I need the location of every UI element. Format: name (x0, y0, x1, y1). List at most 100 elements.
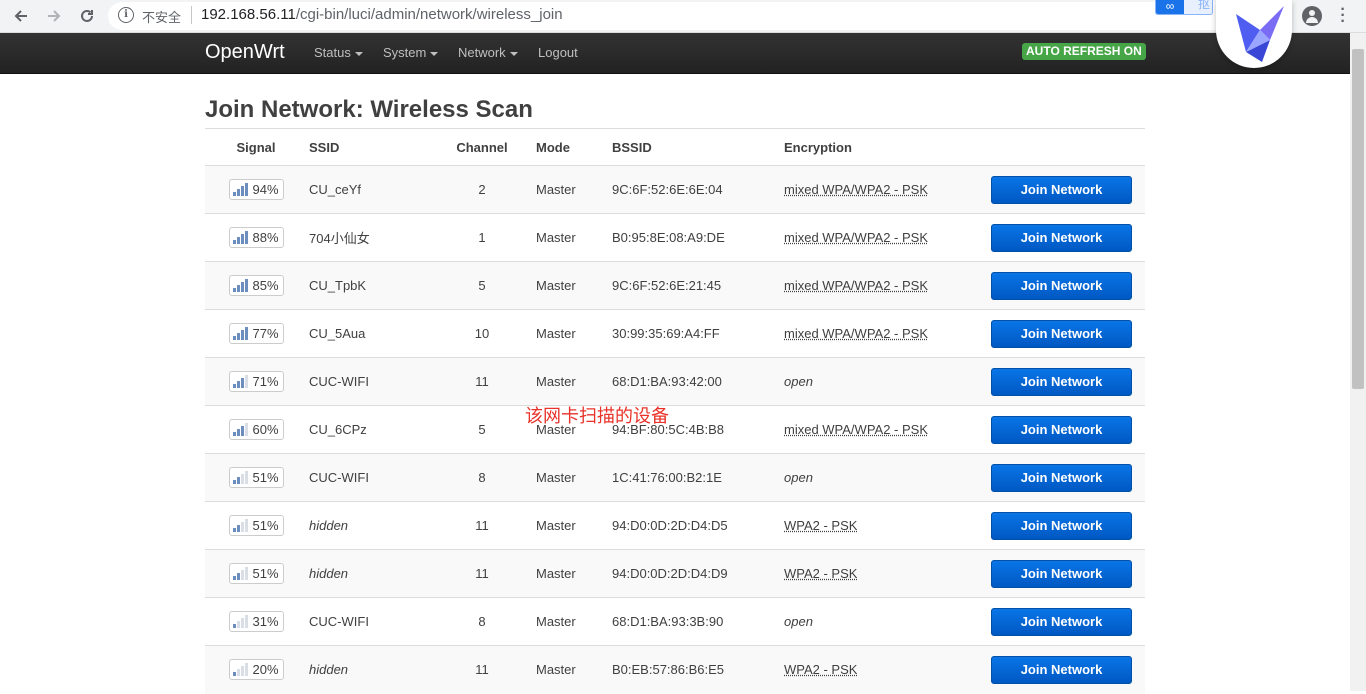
extension-button[interactable]: ∞ 抠搜 (1155, 0, 1213, 15)
signal-badge: 31% (229, 611, 284, 632)
channel-cell: 11 (439, 646, 525, 694)
menu-network[interactable]: Network (458, 45, 518, 60)
encryption-label: mixed WPA/WPA2 - PSK (784, 182, 928, 197)
menu-system[interactable]: System (383, 45, 438, 60)
signal-strength-icon (233, 183, 248, 196)
join-network-button[interactable]: Join Network (991, 464, 1132, 492)
ssid-cell: 704小仙女 (307, 214, 439, 262)
join-network-button[interactable]: Join Network (991, 272, 1132, 300)
signal-percent: 51% (252, 470, 278, 485)
signal-cell: 51% (205, 550, 307, 598)
table-row: 51% hidden 11 Master 94:D0:0D:2D:D4:D9 WPA2 -… (205, 550, 1145, 598)
menu-status[interactable]: Status (314, 45, 363, 60)
signal-badge: 51% (229, 515, 284, 536)
signal-bar (241, 330, 244, 340)
mode-cell: Master (525, 358, 601, 406)
signal-bar (245, 567, 248, 580)
signal-bar (237, 285, 240, 292)
signal-bar (237, 573, 240, 580)
extension-label: 抠搜 (1198, 0, 1212, 15)
info-icon[interactable]: i (118, 7, 134, 23)
page-scrollbar[interactable] (1350, 33, 1366, 691)
chevron-down-icon (510, 52, 518, 56)
join-network-button[interactable]: Join Network (991, 320, 1132, 348)
channel-cell: 1 (439, 214, 525, 262)
ssid-cell: CUC-WIFI (307, 454, 439, 502)
more-menu-icon[interactable]: · · · (1338, 7, 1348, 25)
mode-cell: Master (525, 502, 601, 550)
signal-cell: 20% (205, 646, 307, 694)
table-row: 51% hidden 11 Master 94:D0:0D:2D:D4:D5 WPA2 -… (205, 502, 1145, 550)
join-network-button[interactable]: Join Network (991, 656, 1132, 684)
security-label[interactable]: 不安全 (142, 7, 181, 26)
signal-cell: 94% (205, 166, 307, 214)
signal-cell: 85% (205, 262, 307, 310)
signal-percent: 60% (252, 422, 278, 437)
menu-logout[interactable]: Logout (538, 45, 578, 60)
scrollbar-thumb[interactable] (1352, 49, 1364, 389)
join-network-button[interactable]: Join Network (991, 176, 1132, 204)
action-cell: Join Network (983, 310, 1145, 358)
encryption-label: open (784, 614, 813, 629)
join-network-button[interactable]: Join Network (991, 368, 1132, 396)
encryption-cell: open (773, 598, 983, 646)
ssid-cell: hidden (307, 550, 439, 598)
table-row: 20% hidden 11 Master B0:EB:57:86:B6:E5 WPA2 -… (205, 646, 1145, 694)
signal-bar (245, 375, 248, 388)
signal-bar (241, 570, 244, 580)
url-text[interactable]: 192.168.56.11/cgi-bin/luci/admin/network… (201, 6, 563, 23)
mode-cell: Master (525, 214, 601, 262)
signal-cell: 88% (205, 214, 307, 262)
encryption-label: mixed WPA/WPA2 - PSK (784, 422, 928, 437)
table-row: 77% CU_5Aua 10 Master 30:99:35:69:A4:FF mixed… (205, 310, 1145, 358)
action-cell: Join Network (983, 502, 1145, 550)
channel-cell: 8 (439, 598, 525, 646)
join-network-button[interactable]: Join Network (991, 560, 1132, 588)
table-row: 51% CUC-WIFI 8 Master 1C:41:76:00:B2:1E open J… (205, 454, 1145, 502)
signal-percent: 94% (252, 182, 278, 197)
signal-bar (233, 528, 236, 532)
brand-logo[interactable]: OpenWrt (205, 41, 285, 64)
signal-bar (245, 471, 248, 484)
bssid-cell: 94:D0:0D:2D:D4:D9 (601, 550, 773, 598)
action-cell: Join Network (983, 550, 1145, 598)
account-icon[interactable] (1302, 6, 1322, 26)
annotation-text: 该网卡扫描的设备 (525, 402, 669, 428)
mode-cell: Master (525, 646, 601, 694)
signal-strength-icon (233, 279, 248, 292)
header-ssid: SSID (307, 129, 439, 166)
signal-bar (237, 189, 240, 196)
join-network-button[interactable]: Join Network (991, 416, 1132, 444)
join-network-button[interactable]: Join Network (991, 224, 1132, 252)
ssid-cell: CUC-WIFI (307, 598, 439, 646)
signal-strength-icon (233, 519, 248, 532)
forward-icon[interactable] (43, 5, 65, 27)
signal-percent: 51% (252, 566, 278, 581)
auto-refresh-toggle[interactable]: AUTO REFRESH ON (1022, 43, 1146, 60)
signal-bar (241, 426, 244, 436)
reload-icon[interactable] (76, 5, 98, 27)
signal-cell: 60% (205, 406, 307, 454)
mode-cell: Master (525, 598, 601, 646)
ssid-cell: CU_6CPz (307, 406, 439, 454)
signal-cell: 77% (205, 310, 307, 358)
encryption-label: open (784, 374, 813, 389)
signal-percent: 85% (252, 278, 278, 293)
join-network-button[interactable]: Join Network (991, 512, 1132, 540)
channel-cell: 5 (439, 262, 525, 310)
encryption-label: WPA2 - PSK (784, 518, 857, 533)
menu-system-label: System (383, 45, 426, 60)
signal-bar (233, 624, 236, 628)
encryption-label: WPA2 - PSK (784, 662, 857, 677)
action-cell: Join Network (983, 406, 1145, 454)
back-icon[interactable] (10, 5, 32, 27)
join-network-button[interactable]: Join Network (991, 608, 1132, 636)
signal-cell: 71% (205, 358, 307, 406)
encryption-cell: mixed WPA/WPA2 - PSK (773, 406, 983, 454)
url-path: /cgi-bin/luci/admin/network/wireless_joi… (296, 6, 563, 23)
signal-percent: 31% (252, 614, 278, 629)
signal-bar (233, 576, 236, 580)
table-row: 31% CUC-WIFI 8 Master 68:D1:BA:93:3B:90 open J… (205, 598, 1145, 646)
infinity-icon: ∞ (1156, 0, 1184, 15)
signal-badge: 88% (229, 227, 284, 248)
